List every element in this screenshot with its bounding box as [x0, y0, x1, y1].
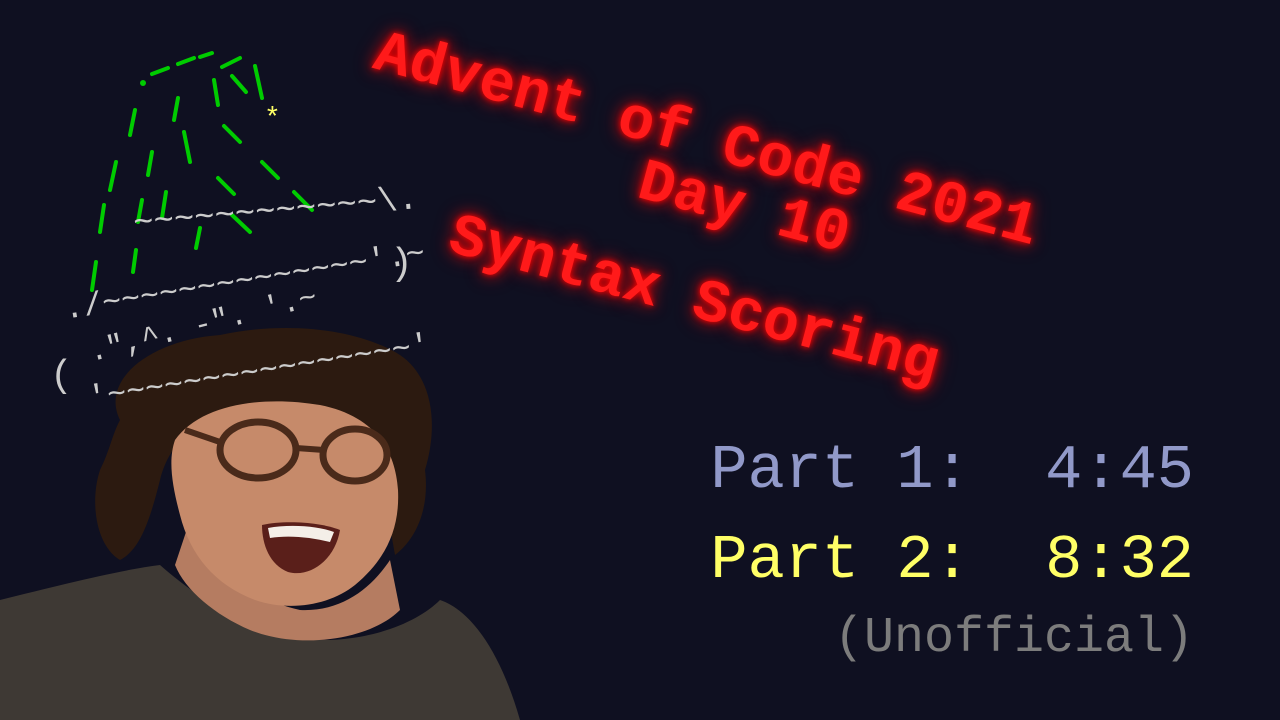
part2-time: Part 2: 8:32 — [710, 525, 1194, 596]
hat-brim-left: ( — [50, 355, 73, 398]
thumbnail-scene: * ~~~~~~~~~~~~\. ) ./~~~~~~~~~~~~~~'.~ (… — [0, 0, 1280, 720]
unofficial-note: (Unofficial) — [833, 610, 1194, 667]
hat-star-icon: * — [264, 104, 281, 135]
part1-time: Part 1: 4:45 — [710, 435, 1194, 506]
